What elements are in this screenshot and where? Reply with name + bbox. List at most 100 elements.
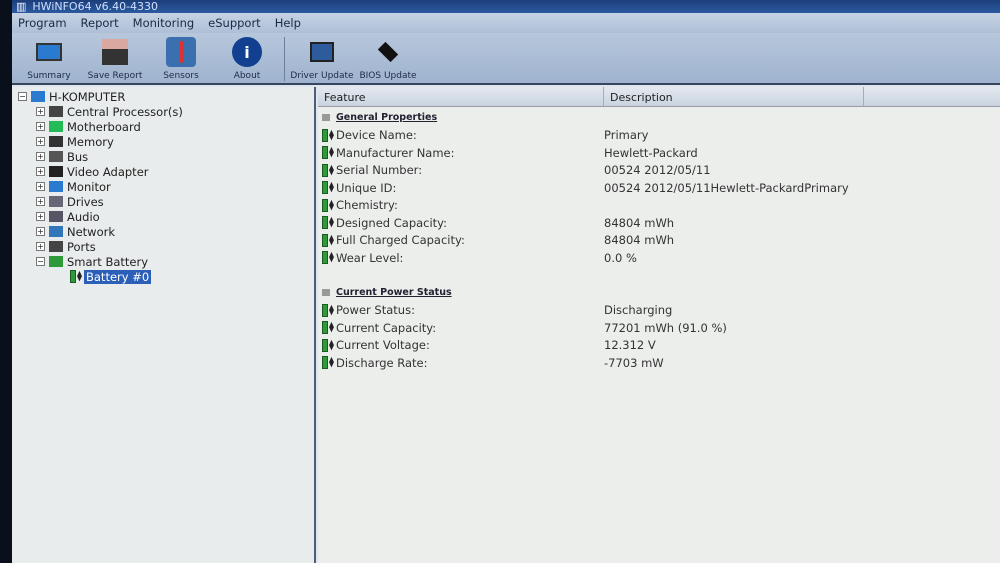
feature-label: Full Charged Capacity: (336, 233, 465, 248)
about-button[interactable]: i About (214, 37, 280, 81)
menu-report[interactable]: Report (81, 16, 119, 30)
section-icon (322, 289, 330, 297)
battery-icon (322, 146, 328, 160)
tree-item[interactable]: + Memory (12, 134, 314, 149)
tree-item[interactable]: + Motherboard (12, 119, 314, 134)
feature-value: -7703 mW (604, 355, 664, 370)
menu-esupport[interactable]: eSupport (208, 16, 261, 30)
expand-icon[interactable]: + (36, 212, 45, 221)
expand-icon[interactable]: + (36, 167, 45, 176)
summary-button[interactable]: Summary (16, 37, 82, 81)
feature-label: Power Status: (336, 303, 415, 318)
driver-update-icon (307, 37, 337, 67)
property-row[interactable]: ⧫ Chemistry: (318, 197, 1000, 215)
summary-label: Summary (27, 71, 71, 81)
device-icon (49, 181, 63, 192)
tree-item-label: Central Processor(s) (67, 104, 183, 119)
battery-icon (322, 216, 328, 230)
expand-icon[interactable]: + (36, 137, 45, 146)
expand-icon[interactable]: + (36, 227, 45, 236)
tree-item[interactable]: + Ports (12, 239, 314, 254)
about-label: About (233, 71, 261, 81)
tree-item[interactable]: + Drives (12, 194, 314, 209)
collapse-icon[interactable]: − (36, 257, 45, 266)
expand-icon[interactable]: + (36, 197, 45, 206)
plug-icon: ⧫ (329, 322, 334, 334)
battery-icon (322, 303, 328, 317)
device-icon (49, 151, 63, 162)
property-row[interactable]: ⧫ Wear Level: 0.0 % (318, 249, 1000, 267)
device-icon (49, 106, 63, 117)
menu-program[interactable]: Program (18, 16, 67, 30)
feature-value: 00524 2012/05/11Hewlett-PackardPrimary (604, 180, 849, 195)
plug-icon: ⧫ (329, 217, 334, 229)
feature-value: 84804 mWh (604, 233, 675, 248)
tree-root[interactable]: − H-KOMPUTER (12, 89, 314, 104)
plug-icon: ⧫ (329, 339, 334, 351)
feature-value: 12.312 V (604, 338, 656, 353)
property-row[interactable]: ⧫ Current Voltage: 12.312 V (318, 337, 1000, 355)
device-tree[interactable]: − H-KOMPUTER + Central Processor(s) + Mother… (12, 87, 316, 563)
menu-monitoring[interactable]: Monitoring (133, 16, 195, 30)
tree-item[interactable]: + Network (12, 224, 314, 239)
expand-icon[interactable]: + (36, 152, 45, 161)
sensors-button[interactable]: Sensors (148, 37, 214, 81)
driver-update-button[interactable]: Driver Update (289, 37, 355, 81)
battery-icon (322, 321, 328, 335)
device-icon (49, 256, 63, 267)
device-icon (49, 121, 63, 132)
column-feature[interactable]: Feature (318, 87, 604, 106)
section-title: General Properties (336, 112, 438, 124)
sensors-label: Sensors (163, 71, 199, 81)
feature-value: Hewlett-Packard (604, 145, 698, 160)
tree-item-battery-0[interactable]: ⧫ Battery #0 (12, 269, 314, 284)
expand-icon[interactable]: + (36, 242, 45, 251)
tree-item[interactable]: + Audio (12, 209, 314, 224)
property-row[interactable]: ⧫ Current Capacity: 77201 mWh (91.0 %) (318, 319, 1000, 337)
plug-icon: ⧫ (329, 182, 334, 194)
property-row[interactable]: ⧫ Manufacturer Name: Hewlett-Packard (318, 144, 1000, 162)
tree-item[interactable]: + Monitor (12, 179, 314, 194)
details-pane: Feature Description General Properties ⧫ De… (318, 87, 1000, 563)
tree-item-label: Bus (67, 149, 89, 164)
battery-icon (322, 128, 328, 142)
tree-item[interactable]: − Smart Battery (12, 254, 314, 269)
tree-item-label: Audio (67, 209, 100, 224)
property-row[interactable]: ⧫ Device Name: Primary (318, 127, 1000, 145)
window-title: HWiNFO64 v6.40-4330 (32, 0, 159, 13)
expand-icon[interactable]: + (36, 182, 45, 191)
tree-item[interactable]: + Bus (12, 149, 314, 164)
plug-icon: ⧫ (329, 199, 334, 211)
expand-icon[interactable]: + (36, 122, 45, 131)
tree-item[interactable]: + Video Adapter (12, 164, 314, 179)
info-icon: i (232, 37, 262, 67)
section-header: Current Power Status (318, 284, 1000, 302)
battery-icon (322, 356, 328, 370)
collapse-icon[interactable]: − (18, 92, 27, 101)
device-icon (49, 211, 63, 222)
menu-help[interactable]: Help (275, 16, 301, 30)
property-row[interactable]: ⧫ Designed Capacity: 84804 mWh (318, 214, 1000, 232)
toolbar-separator (284, 37, 285, 81)
battery-icon (322, 163, 328, 177)
expand-icon[interactable]: + (36, 107, 45, 116)
floppy-icon (100, 37, 130, 67)
property-row[interactable]: ⧫ Power Status: Discharging (318, 302, 1000, 320)
section-header: General Properties (318, 109, 1000, 127)
tree-item[interactable]: + Central Processor(s) (12, 104, 314, 119)
device-icon (49, 226, 63, 237)
property-row[interactable]: ⧫ Unique ID: 00524 2012/05/11Hewlett-Packa… (318, 179, 1000, 197)
property-row[interactable]: ⧫ Full Charged Capacity: 84804 mWh (318, 232, 1000, 250)
column-description[interactable]: Description (604, 87, 864, 106)
property-row[interactable]: ⧫ Serial Number: 00524 2012/05/11 (318, 162, 1000, 180)
feature-label: Serial Number: (336, 163, 423, 178)
feature-value: 00524 2012/05/11 (604, 163, 711, 178)
hwinfo-window: ▥ HWiNFO64 v6.40-4330 Program Report Moni… (12, 0, 1000, 563)
property-row[interactable]: ⧫ Discharge Rate: -7703 mW (318, 354, 1000, 372)
plug-icon: ⧫ (329, 129, 334, 141)
battery-icon (322, 233, 328, 247)
menu-bar: Program Report Monitoring eSupport Help (12, 13, 1000, 33)
battery-icon (322, 198, 328, 212)
bios-update-button[interactable]: BIOS Update (355, 37, 421, 81)
save-report-button[interactable]: Save Report (82, 37, 148, 81)
